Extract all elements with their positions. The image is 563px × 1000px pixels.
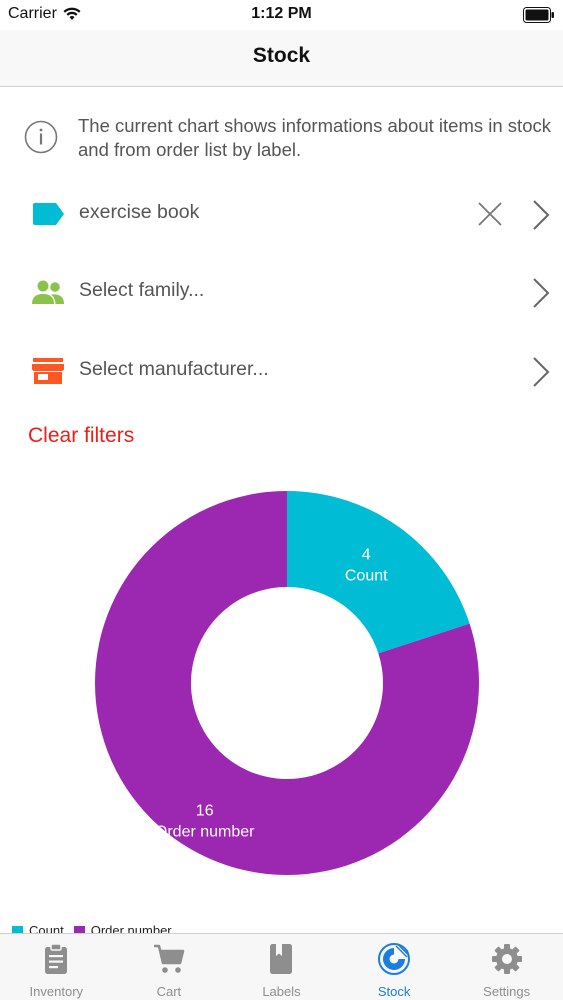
- book-icon: [270, 944, 293, 974]
- chevron-right-icon[interactable]: [526, 198, 554, 232]
- tab-settings[interactable]: Settings: [450, 934, 563, 1000]
- filter-family-placeholder: Select family...: [79, 279, 205, 301]
- tab-settings-label: Settings: [483, 984, 531, 999]
- people-icon: [32, 280, 64, 304]
- tab-cart-label: Cart: [156, 984, 182, 999]
- tag-icon: [33, 203, 64, 225]
- clear-filters-button[interactable]: Clear filters: [28, 424, 134, 448]
- tab-bar: Inventory Cart Labels Stock Settings: [0, 933, 563, 1000]
- chevron-right-icon[interactable]: [526, 276, 554, 310]
- tab-inventory-label: Inventory: [29, 984, 84, 999]
- donut-hole: [201, 597, 373, 769]
- info-text: The current chart shows informations abo…: [78, 115, 551, 160]
- slice-name-label: Count: [345, 568, 388, 585]
- slice-value-label: 4: [362, 547, 371, 564]
- stock-icon: [378, 943, 411, 975]
- page-title: Stock: [252, 44, 311, 67]
- tab-stock-label: Stock: [377, 984, 411, 999]
- slice-name-label: Order number: [155, 823, 255, 840]
- slice-value-label: 16: [196, 802, 214, 819]
- donut-chart: 4 Count 16 Order number: [95, 491, 479, 875]
- stock-chart: 4 Count 16 Order number: [0, 470, 563, 900]
- filter-label-row[interactable]: exercise book: [0, 188, 563, 240]
- tab-cart[interactable]: Cart: [113, 934, 226, 1000]
- store-icon: [32, 358, 64, 384]
- tab-inventory[interactable]: Inventory: [0, 934, 113, 1000]
- cart-icon: [153, 944, 185, 973]
- tab-labels[interactable]: Labels: [225, 934, 338, 1000]
- tab-stock[interactable]: Stock: [338, 934, 451, 1000]
- filter-label-value: exercise book: [79, 201, 200, 223]
- clipboard-icon: [45, 943, 68, 974]
- status-bar: Carrier 1:12 PM: [0, 0, 563, 30]
- info-row: The current chart shows informations abo…: [24, 114, 554, 162]
- tab-labels-label: Labels: [262, 984, 301, 999]
- filter-family-row[interactable]: Select family...: [0, 266, 563, 318]
- chevron-right-icon[interactable]: [526, 355, 554, 389]
- filter-manufacturer-placeholder: Select manufacturer...: [79, 358, 269, 380]
- navigation-bar: Stock: [0, 30, 563, 87]
- battery-icon: [523, 7, 554, 23]
- close-icon[interactable]: [474, 198, 506, 230]
- status-time: 1:12 PM: [251, 5, 312, 22]
- info-icon: [24, 120, 58, 154]
- filter-manufacturer-row[interactable]: Select manufacturer...: [0, 345, 563, 397]
- gear-icon: [491, 944, 522, 974]
